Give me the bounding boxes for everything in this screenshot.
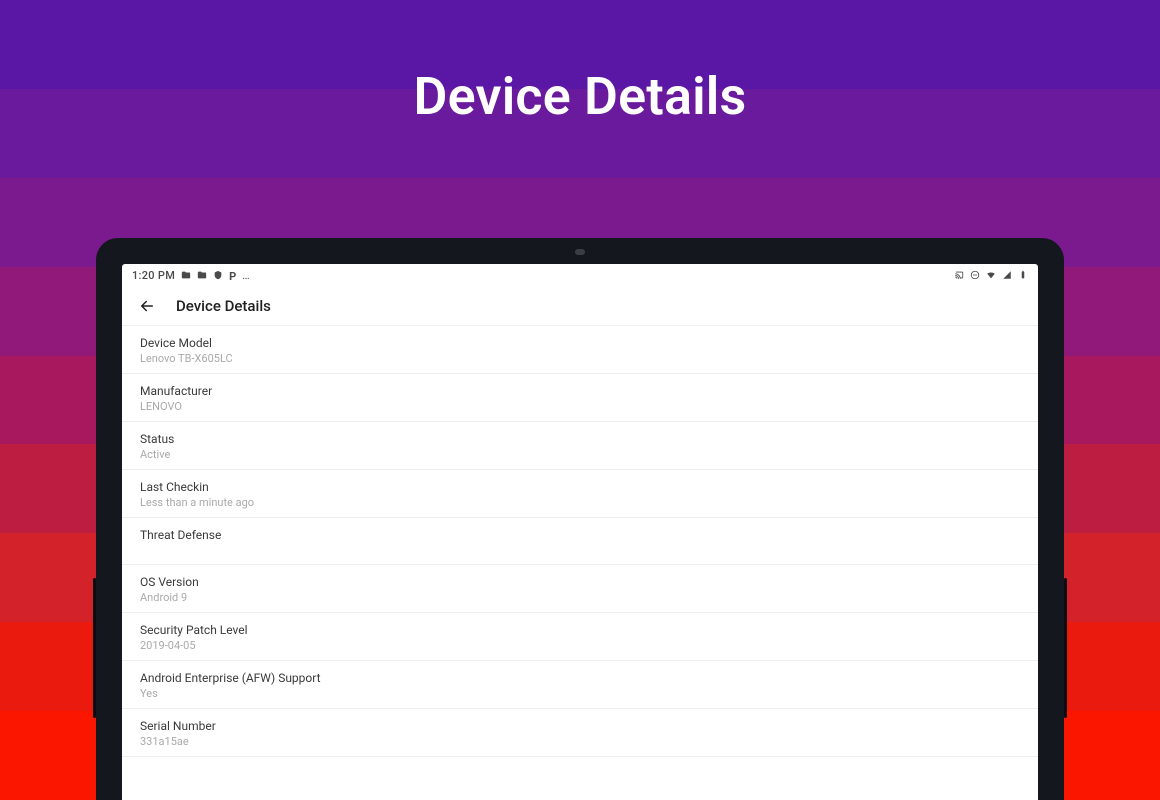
p-icon: P (229, 270, 236, 280)
detail-label: Security Patch Level (140, 623, 1020, 637)
app-bar: Device Details (122, 286, 1038, 326)
detail-row[interactable]: Last Checkin Less than a minute ago (122, 470, 1038, 518)
detail-value: LENOVO (140, 400, 1020, 413)
detail-row[interactable]: Device Model Lenovo TB-X605LC (122, 326, 1038, 374)
statusbar-clock: 1:20 PM (132, 269, 175, 282)
front-camera (575, 249, 585, 255)
detail-value: Android 9 (140, 591, 1020, 604)
dnd-icon (970, 270, 980, 280)
back-button[interactable] (136, 295, 158, 317)
detail-row[interactable]: OS Version Android 9 (122, 565, 1038, 613)
signal-icon (1002, 270, 1012, 280)
detail-label: Android Enterprise (AFW) Support (140, 671, 1020, 685)
detail-row[interactable]: Threat Defense (122, 518, 1038, 565)
detail-value: 2019-04-05 (140, 639, 1020, 652)
detail-value: 331a15ae (140, 735, 1020, 748)
detail-label: Serial Number (140, 719, 1020, 733)
detail-label: Last Checkin (140, 480, 1020, 494)
tablet-frame: 1:20 PM P … Device Details Devi (96, 238, 1064, 800)
shield-icon (213, 270, 223, 280)
android-statusbar: 1:20 PM P … (122, 264, 1038, 286)
folder-icon (181, 270, 191, 280)
detail-row[interactable]: Serial Number 331a15ae (122, 709, 1038, 757)
battery-icon (1018, 270, 1028, 280)
detail-value (140, 544, 1020, 556)
wifi-icon (986, 270, 996, 280)
page-title: Device Details (176, 297, 271, 315)
detail-value: Lenovo TB-X605LC (140, 352, 1020, 365)
cast-icon (954, 270, 964, 280)
device-detail-list[interactable]: Device Model Lenovo TB-X605LC Manufacturer… (122, 326, 1038, 800)
detail-row[interactable]: Android Enterprise (AFW) Support Yes (122, 661, 1038, 709)
detail-value: Active (140, 448, 1020, 461)
detail-label: Status (140, 432, 1020, 446)
detail-label: OS Version (140, 575, 1020, 589)
detail-value: Yes (140, 687, 1020, 700)
promo-title: Device Details (0, 66, 1160, 127)
detail-row[interactable]: Manufacturer LENOVO (122, 374, 1038, 422)
device-screen: 1:20 PM P … Device Details Devi (122, 264, 1038, 800)
detail-row[interactable]: Status Active (122, 422, 1038, 470)
tablet-side-button-left (93, 578, 96, 718)
arrow-left-icon (138, 297, 156, 315)
detail-label: Manufacturer (140, 384, 1020, 398)
tablet-side-button-right (1064, 578, 1067, 718)
detail-label: Threat Defense (140, 528, 1020, 542)
folder-icon (197, 270, 207, 280)
detail-row[interactable]: Security Patch Level 2019-04-05 (122, 613, 1038, 661)
detail-value: Less than a minute ago (140, 496, 1020, 509)
detail-label: Device Model (140, 336, 1020, 350)
